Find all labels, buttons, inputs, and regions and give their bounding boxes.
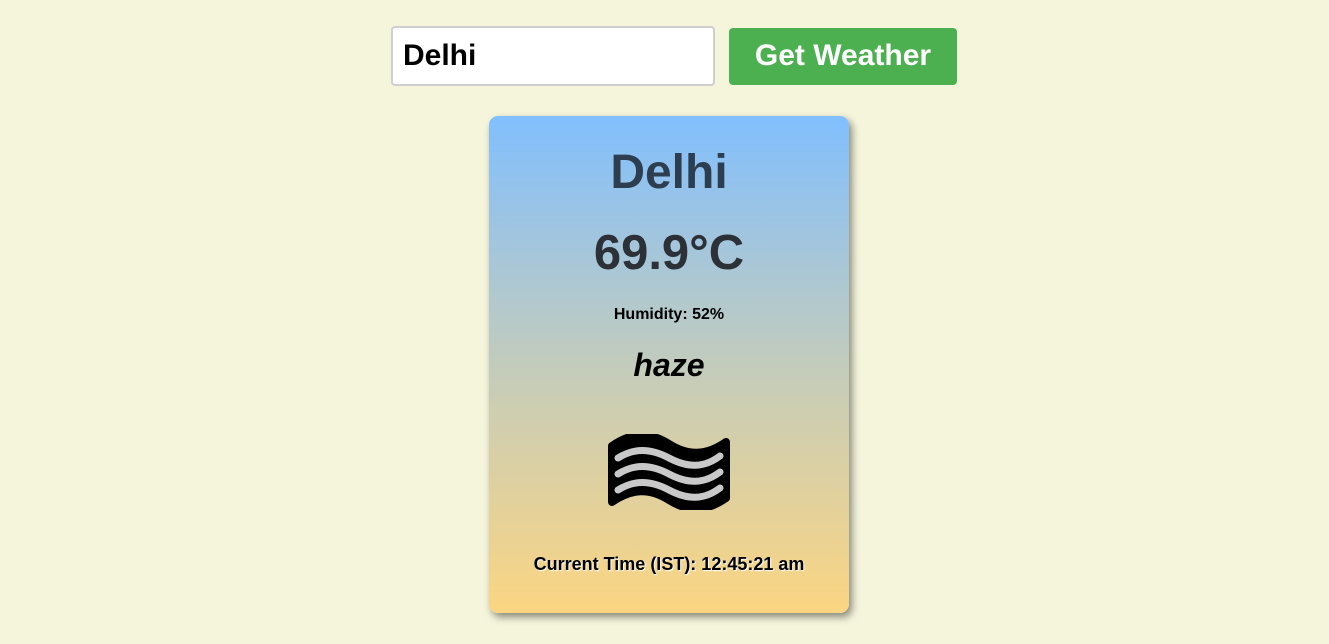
humidity: Humidity: 52%	[613, 306, 725, 323]
city-input[interactable]	[391, 26, 715, 86]
get-weather-button[interactable]: Get Weather	[729, 27, 957, 85]
haze-icon	[608, 434, 730, 510]
current-time: Current Time (IST): 12:45:21 am	[533, 554, 805, 574]
weather-card: Delhi 69.9°C Humidity: 52% haze Current …	[489, 116, 849, 613]
weather-condition: haze	[633, 347, 705, 383]
search-bar: Get Weather	[391, 26, 957, 86]
city-name: Delhi	[610, 146, 728, 199]
temperature: 69.9°C	[593, 226, 745, 280]
